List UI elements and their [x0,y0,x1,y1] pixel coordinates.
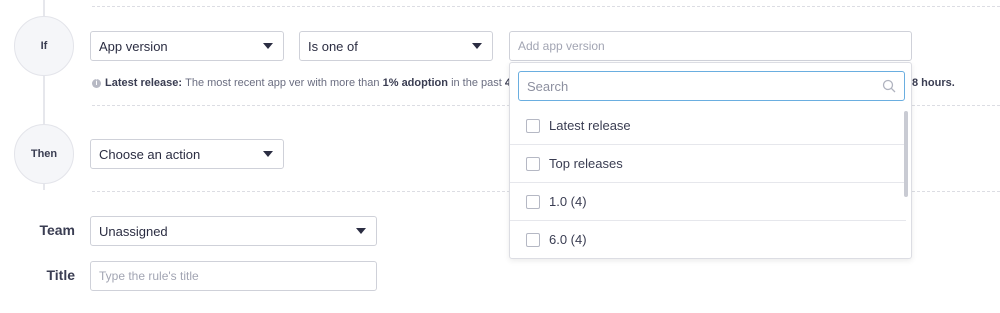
option-checkbox[interactable] [526,194,540,209]
chevron-down-icon [356,228,366,234]
hint-bold-1: 1% adoption [382,77,448,89]
top-divider [92,6,1000,7]
option-version-1-0[interactable]: 1.0 (4) [510,183,906,221]
then-step-badge: Then [14,124,74,184]
option-checkbox[interactable] [526,232,540,247]
option-checkbox[interactable] [526,118,540,133]
action-select[interactable]: Choose an action [90,139,284,169]
if-step-label: If [40,40,48,52]
condition-operator-select[interactable]: Is one of [299,31,493,61]
scrollbar-thumb[interactable] [904,111,908,197]
rule-title-input[interactable] [90,261,377,291]
hint-text-2: in the past [451,77,502,89]
condition-field-select[interactable]: App version [90,31,284,61]
condition-operator-value: Is one of [308,38,358,54]
app-version-dropdown: Latest release Top releases 1.0 (4) 6.0 … [509,62,912,259]
dropdown-search-box[interactable] [518,71,905,101]
option-label: 6.0 (4) [549,232,587,247]
option-version-6-0[interactable]: 6.0 (4) [510,221,906,258]
hint-term: Latest release: [105,77,183,89]
option-label: 1.0 (4) [549,194,587,209]
latest-release-hint: i Latest release: The most recent app ve… [92,77,511,89]
info-icon: i [92,78,101,88]
chevron-down-icon [263,151,273,157]
option-checkbox[interactable] [526,156,540,171]
title-label: Title [46,267,75,283]
option-latest-release[interactable]: Latest release [510,107,906,145]
if-step-badge: If [14,16,74,76]
chevron-down-icon [263,43,273,49]
team-label: Team [39,222,75,238]
dropdown-search-input[interactable] [527,78,882,94]
then-step-label: Then [30,148,58,160]
team-select[interactable]: Unassigned [90,216,377,246]
dropdown-scrollbar[interactable] [904,107,910,257]
team-select-value: Unassigned [99,223,168,239]
app-version-input[interactable] [509,31,912,61]
condition-field-value: App version [99,38,168,54]
action-select-value: Choose an action [99,146,201,162]
hint-tail: 8 hours. [912,77,955,89]
chevron-down-icon [472,43,482,49]
search-icon [882,79,896,93]
hint-text-1: The most recent app ver with more than [185,77,380,89]
option-label: Top releases [549,156,623,171]
dropdown-option-list: Latest release Top releases 1.0 (4) 6.0 … [510,107,906,258]
option-top-releases[interactable]: Top releases [510,145,906,183]
option-label: Latest release [549,118,631,133]
